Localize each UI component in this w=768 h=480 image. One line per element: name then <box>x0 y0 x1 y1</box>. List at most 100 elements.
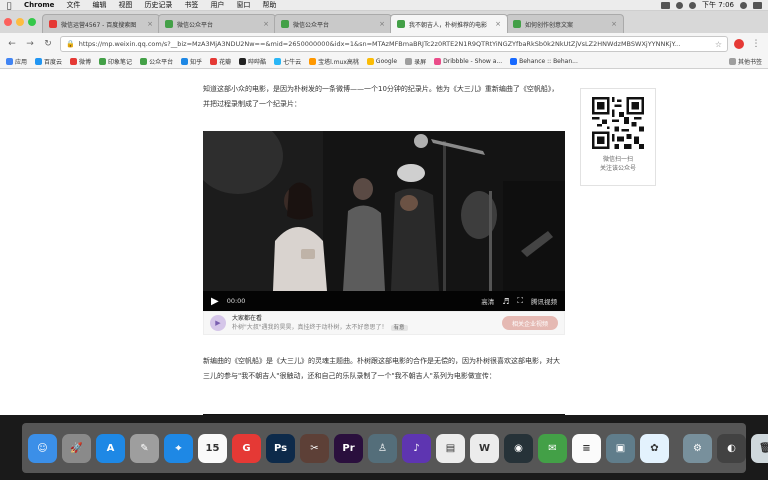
bookmark-baiduyun[interactable]: 百度云 <box>35 57 62 66</box>
back-icon[interactable]: ← <box>6 38 18 50</box>
notes-icon[interactable]: ≡ <box>572 433 601 463</box>
tab-3-active[interactable]: 我不朝吉人，朴树推荐的电影 × <box>390 14 508 33</box>
play-icon[interactable]: ▶ <box>211 296 219 307</box>
bookmark-bt[interactable]: 宝塔l.mux高桃 <box>309 57 359 66</box>
related-button[interactable]: 相关企业视频 <box>501 316 558 330</box>
tab-label: 我不朝吉人，朴树推荐的电影 <box>409 21 488 29</box>
bookmark-qiniu[interactable]: 七牛云 <box>274 57 301 66</box>
address-bar[interactable]: 🔒 https://mp.weixin.qq.com/s?__biz=MzA3M… <box>60 36 728 52</box>
reload-icon[interactable]: ↻ <box>42 38 54 50</box>
bookmark-evernote[interactable]: 印象笔记 <box>99 57 132 66</box>
wechat-icon <box>165 20 173 28</box>
app-store-icon[interactable]: A <box>96 433 125 463</box>
qq-icon[interactable]: ◉ <box>504 433 533 463</box>
bookmark-label: Dribbble - Show a... <box>443 58 503 65</box>
menu-people[interactable]: 用户 <box>204 0 230 10</box>
preview-icon[interactable]: ✎ <box>130 433 159 463</box>
bookmark-google[interactable]: Google <box>366 58 398 65</box>
volume-icon[interactable] <box>689 1 697 9</box>
photoshop-icon[interactable]: Ps <box>266 433 295 463</box>
close-tab-icon[interactable]: × <box>260 20 269 28</box>
video-player[interactable]: ▶ 00:00 高清 ♬ ⛶ 腾讯视频 <box>203 131 565 311</box>
video-brand[interactable]: 腾讯视频 <box>531 296 557 306</box>
huaban-icon <box>210 58 218 65</box>
bookmark-record[interactable]: 录屏 <box>405 57 426 66</box>
menu-view[interactable]: 视图 <box>112 0 138 10</box>
zoom-window-icon[interactable] <box>28 18 36 26</box>
menu-edit[interactable]: 编辑 <box>86 0 112 10</box>
writer-icon[interactable]: W <box>470 433 499 463</box>
tab-2[interactable]: 微信公众平台 × <box>274 14 392 33</box>
bookmark-dribbble[interactable]: Dribbble - Show a... <box>434 58 502 65</box>
bookmark-bibiku[interactable]: 哔哔酷 <box>239 57 266 66</box>
close-tab-icon[interactable]: × <box>376 20 385 28</box>
tab-1[interactable]: 微信公众平台 × <box>158 14 276 33</box>
photos-icon[interactable]: ✿ <box>640 433 669 463</box>
menu-file[interactable]: 文件 <box>60 0 86 10</box>
music-icon[interactable]: ♪ <box>402 433 431 463</box>
safari-icon[interactable]: ⌖ <box>164 433 193 463</box>
window-controls <box>4 18 36 26</box>
bookmark-mp[interactable]: 公众平台 <box>140 57 173 66</box>
bookmark-label: 哔哔酷 <box>248 59 267 66</box>
lock-icon[interactable]: 🔒 <box>66 40 75 48</box>
wifi-icon[interactable] <box>676 1 684 9</box>
bookmark-label: 印象笔记 <box>108 59 133 66</box>
bookmark-weibo[interactable]: 微博 <box>70 57 91 66</box>
script-icon[interactable]: G <box>232 433 261 463</box>
browser-icon[interactable]: ◐ <box>717 433 746 463</box>
related-desc-wrap: 朴树"大叔"遇我的昊昊，真挂终于动朴树，太不好意思了！ 有意 <box>232 323 408 333</box>
bookmark-zhihu[interactable]: 知乎 <box>181 57 202 66</box>
menu-window[interactable]: 窗口 <box>230 0 256 10</box>
minimize-window-icon[interactable] <box>16 18 24 26</box>
calendar-icon[interactable]: 15 <box>198 433 227 463</box>
tab-4[interactable]: 如何创作创意文案 × <box>506 14 624 33</box>
more-menu-icon[interactable]: ⋮ <box>750 38 762 50</box>
close-tab-icon[interactable]: × <box>144 20 153 28</box>
close-tab-icon[interactable]: × <box>492 20 501 28</box>
volume-icon[interactable]: ♬ <box>502 297 509 306</box>
finder-icon[interactable]: ☺ <box>28 433 57 463</box>
tab-label: 微信运营4567 - 百度搜索图 <box>61 21 137 29</box>
menu-app-name[interactable]: Chrome <box>18 1 60 9</box>
related-text: 大家都在看 朴树"大叔"遇我的昊昊，真挂终于动朴树，太不好意思了！ 有意 <box>232 314 408 333</box>
qr-caption-line2: 关注该公众号 <box>599 165 636 172</box>
extension-icon[interactable] <box>734 39 744 49</box>
menu-bookmarks[interactable]: 书签 <box>178 0 204 10</box>
tab-0[interactable]: 微信运营4567 - 百度搜索图 × <box>42 14 160 33</box>
bookmark-label: 知乎 <box>190 59 203 66</box>
system-prefs-icon[interactable]: ⚙ <box>683 433 712 463</box>
terminal-icon[interactable]: ▤ <box>436 433 465 463</box>
apple-icon[interactable]:  <box>0 1 18 10</box>
wechat-icon[interactable]: ✉ <box>538 433 567 463</box>
tool-icon[interactable]: ✂ <box>300 433 329 463</box>
dribbble-icon <box>434 58 442 65</box>
keynote-icon[interactable]: ♙ <box>368 433 397 463</box>
trash-icon[interactable]: 🗑 <box>751 433 768 463</box>
menu-clock[interactable]: 下午 7:06 <box>702 0 734 10</box>
premiere-icon[interactable]: Pr <box>334 433 363 463</box>
bookmark-huaban[interactable]: 花瓣 <box>210 57 231 66</box>
battery-icon[interactable] <box>661 1 671 9</box>
screen-tool-icon[interactable]: ▣ <box>606 433 635 463</box>
zhihu-icon <box>181 58 189 65</box>
close-tab-icon[interactable]: × <box>608 20 617 28</box>
bookmark-label: Google <box>375 58 398 65</box>
bookmark-behance[interactable]: Behance :: Behan... <box>510 58 578 65</box>
menu-history[interactable]: 历史记录 <box>138 0 178 10</box>
hd-toggle[interactable]: 高清 <box>481 296 494 306</box>
forward-icon[interactable]: → <box>24 38 36 50</box>
bookmark-other[interactable]: 其他书签 <box>728 57 762 66</box>
menu-help[interactable]: 帮助 <box>256 0 282 10</box>
bookmark-apps[interactable]: 应用 <box>6 57 27 66</box>
bookmark-star-icon[interactable]: ☆ <box>711 40 722 49</box>
tab-label: 微信公众平台 <box>177 21 214 29</box>
spotlight-icon[interactable] <box>740 1 747 9</box>
notification-center-icon[interactable] <box>753 1 762 9</box>
bookmark-label: 其他书签 <box>737 59 762 66</box>
launchpad-icon[interactable]: 🚀 <box>62 433 91 463</box>
fullscreen-icon[interactable]: ⛶ <box>517 296 523 306</box>
close-window-icon[interactable] <box>4 18 12 26</box>
related-video-bar[interactable]: ▶ 大家都在看 朴树"大叔"遇我的昊昊，真挂终于动朴树，太不好意思了！ 有意 相关… <box>203 311 565 335</box>
cloud-icon <box>35 58 43 65</box>
